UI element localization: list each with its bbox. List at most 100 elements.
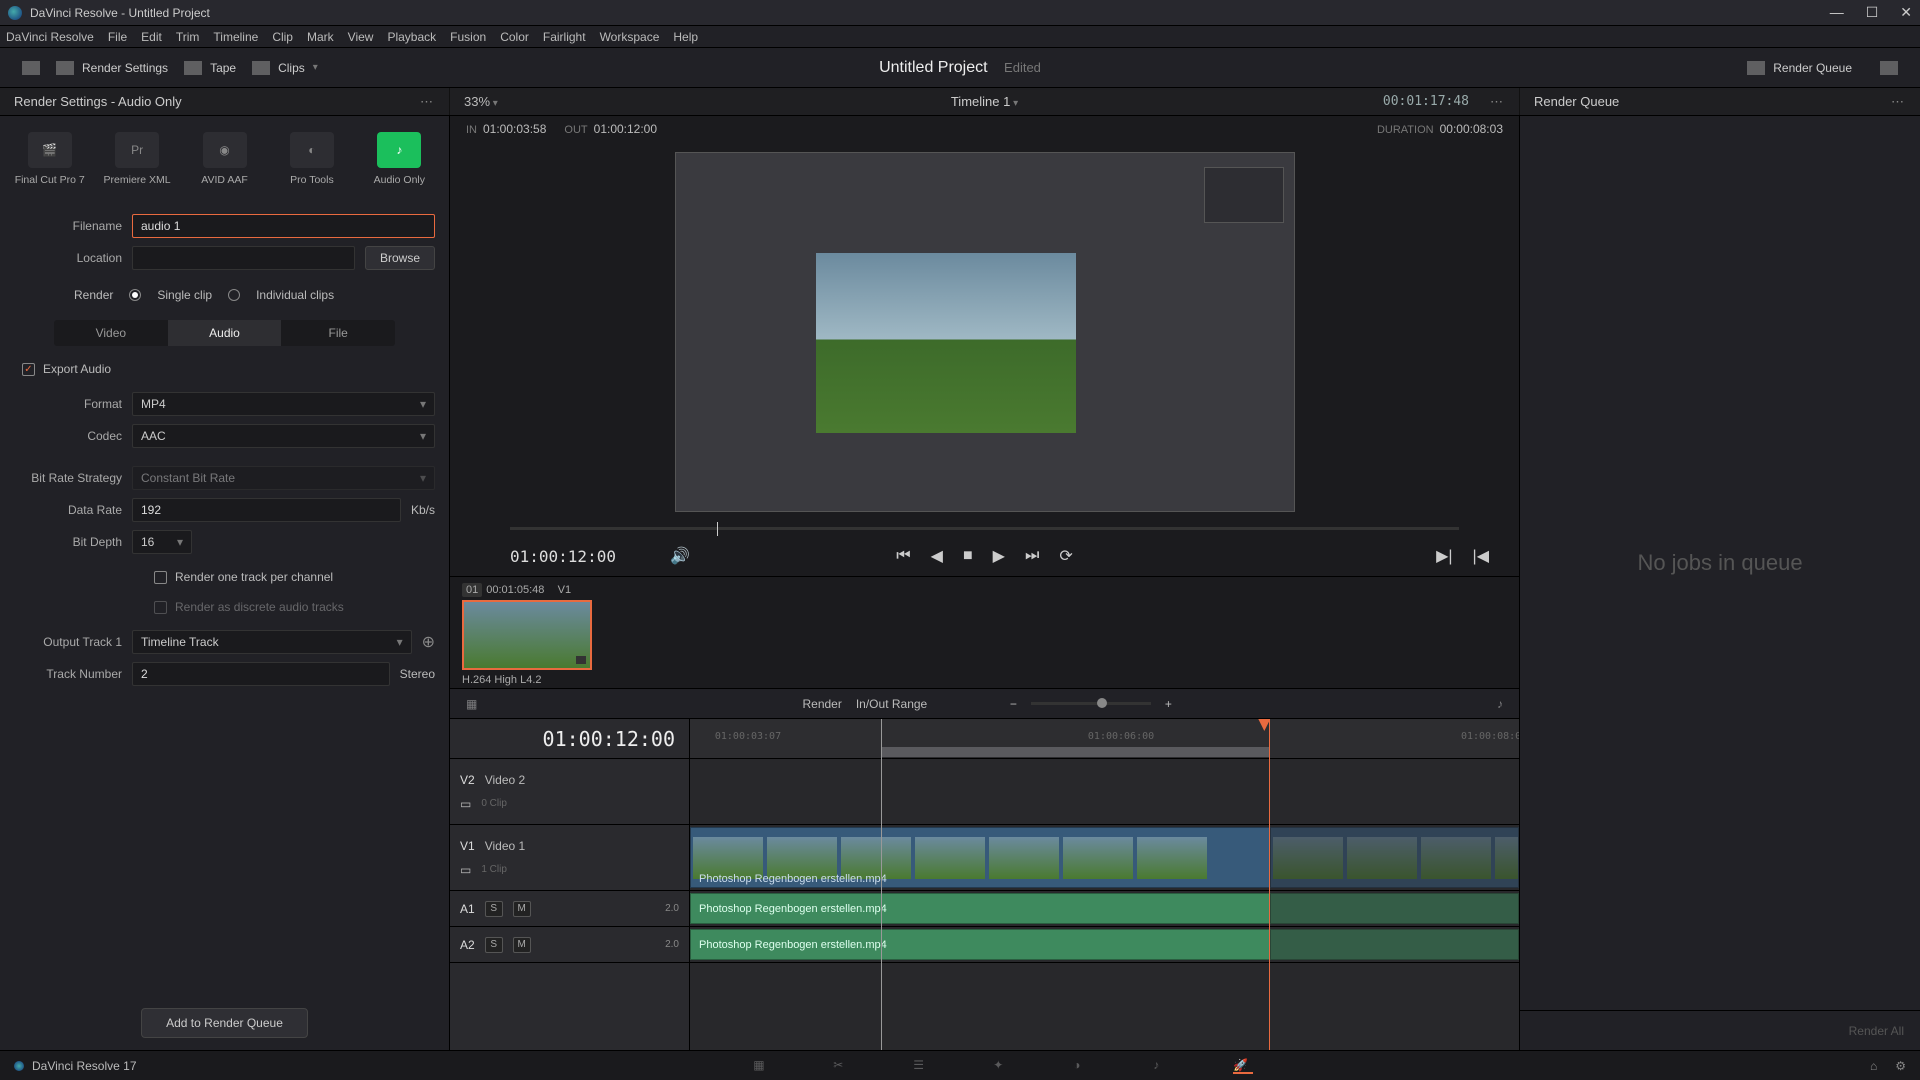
menu-clip[interactable]: Clip [272, 30, 293, 44]
track-number-input[interactable] [132, 662, 390, 686]
preset-avid-aaf[interactable]: ◉AVID AAF [183, 126, 266, 192]
codec-select[interactable]: AAC [132, 424, 435, 448]
stop-button[interactable]: ■ [963, 547, 973, 565]
audio-mute-icon[interactable]: 🔊 [670, 546, 690, 566]
scrub-playhead[interactable] [717, 522, 718, 536]
preset-final-cut-pro-7[interactable]: 🎬Final Cut Pro 7 [8, 126, 91, 192]
render-queue-toggle[interactable]: Render Queue [1739, 57, 1860, 79]
audio-clip-a2[interactable]: Photoshop Regenbogen erstellen.mp4 [690, 929, 1270, 960]
menu-file[interactable]: File [108, 30, 127, 44]
browse-button[interactable]: Browse [365, 246, 435, 270]
fairlight-icon[interactable]: ♪ [1497, 697, 1503, 711]
menu-playback[interactable]: Playback [387, 30, 436, 44]
individual-clips-radio[interactable] [228, 289, 240, 301]
preset-pro-tools[interactable]: ◐Pro Tools [270, 126, 353, 192]
clip-thumbnail[interactable] [462, 600, 592, 670]
timeline-view-options-icon[interactable]: ▦ [466, 697, 477, 711]
track-row-a1[interactable]: Photoshop Regenbogen erstellen.mp4 [690, 891, 1519, 927]
menu-edit[interactable]: Edit [141, 30, 162, 44]
clips-dropdown[interactable]: Clips [244, 57, 326, 79]
loop-button[interactable]: ⟳ [1059, 546, 1072, 566]
render-range-indicator[interactable] [881, 747, 1271, 757]
scrub-bar[interactable] [450, 522, 1519, 536]
one-track-per-channel-checkbox[interactable] [154, 571, 167, 584]
render-range-select[interactable]: In/Out Range [856, 697, 996, 711]
play-button[interactable]: ▶ [993, 546, 1005, 566]
export-audio-checkbox[interactable] [22, 363, 35, 376]
preset-audio-only[interactable]: ♪Audio Only [358, 126, 441, 192]
last-frame-button[interactable]: ⏭ [1025, 547, 1039, 565]
v2-toggle-icon[interactable]: ▭ [460, 797, 471, 811]
tab-video[interactable]: Video [54, 320, 168, 346]
track-header-a2[interactable]: A2 S M 2.0 [450, 927, 689, 963]
single-clip-radio[interactable] [129, 289, 141, 301]
page-fusion[interactable]: ✦ [993, 1058, 1013, 1074]
menu-mark[interactable]: Mark [307, 30, 334, 44]
timeline-name[interactable]: Timeline 1 [951, 94, 1018, 109]
in-timecode[interactable]: 01:00:03:58 [483, 122, 546, 136]
transport-timecode[interactable]: 01:00:12:00 [510, 547, 616, 566]
location-input[interactable] [132, 246, 355, 270]
minimize-button[interactable]: — [1830, 4, 1844, 21]
a2-solo-button[interactable]: S [485, 937, 503, 953]
page-fairlight[interactable]: ♪ [1153, 1058, 1173, 1074]
add-to-render-queue-button[interactable]: Add to Render Queue [141, 1008, 308, 1038]
timeline-head-timecode[interactable]: 01:00:12:00 [450, 719, 689, 759]
menu-color[interactable]: Color [500, 30, 529, 44]
a1-mute-button[interactable]: M [513, 901, 531, 917]
render-settings-menu-icon[interactable]: ⋯ [420, 94, 435, 110]
tape-toggle[interactable]: Tape [176, 57, 244, 79]
page-color[interactable]: ◑ [1073, 1058, 1093, 1074]
output-track-select[interactable]: Timeline Track [132, 630, 412, 654]
bit-depth-select[interactable]: 16 [132, 530, 192, 554]
format-select[interactable]: MP4 [132, 392, 435, 416]
preset-premiere-xml[interactable]: PrPremiere XML [95, 126, 178, 192]
viewer-zoom[interactable]: 33% [464, 94, 498, 109]
data-rate-input[interactable] [132, 498, 401, 522]
menu-trim[interactable]: Trim [176, 30, 200, 44]
tab-file[interactable]: File [281, 320, 395, 346]
track-row-v2[interactable] [690, 759, 1519, 825]
audio-clip-a1-out[interactable] [1270, 893, 1519, 924]
page-deliver[interactable]: 🚀 [1233, 1058, 1253, 1074]
page-edit[interactable]: ☰ [913, 1058, 933, 1074]
render-settings-toggle[interactable]: Render Settings [48, 57, 176, 79]
next-clip-button[interactable]: ▶| [1436, 546, 1452, 566]
track-header-v2[interactable]: V2Video 2 ▭0 Clip [450, 759, 689, 825]
audio-clip-a2-out[interactable] [1270, 929, 1519, 960]
add-output-track-button[interactable]: ⊕ [422, 632, 435, 652]
track-header-a1[interactable]: A1 S M 2.0 [450, 891, 689, 927]
menu-help[interactable]: Help [673, 30, 698, 44]
tab-audio[interactable]: Audio [168, 320, 282, 346]
track-header-v1[interactable]: V1Video 1 ▭1 Clip [450, 825, 689, 891]
workspace-layout-button[interactable] [1872, 57, 1906, 79]
menu-view[interactable]: View [348, 30, 374, 44]
menu-timeline[interactable]: Timeline [213, 30, 258, 44]
zoom-in-button[interactable]: + [1165, 697, 1172, 711]
menu-workspace[interactable]: Workspace [600, 30, 660, 44]
viewer-menu-icon[interactable]: ⋯ [1490, 94, 1505, 110]
a2-mute-button[interactable]: M [513, 937, 531, 953]
reverse-button[interactable]: ◀ [931, 546, 943, 566]
out-timecode[interactable]: 01:00:12:00 [594, 122, 657, 136]
video-clip-v1-out[interactable] [1270, 827, 1519, 888]
a1-solo-button[interactable]: S [485, 901, 503, 917]
zoom-slider[interactable] [1031, 702, 1151, 705]
menu-fusion[interactable]: Fusion [450, 30, 486, 44]
close-button[interactable]: ✕ [1900, 4, 1912, 21]
page-cut[interactable]: ✂ [833, 1058, 853, 1074]
filename-input[interactable] [132, 214, 435, 238]
monitor-toggle[interactable] [14, 57, 48, 79]
menu-davinci-resolve[interactable]: DaVinci Resolve [6, 30, 94, 44]
timeline-body[interactable]: 01:00:03:07 01:00:06:00 01:00:08:07 Phot… [690, 719, 1519, 1050]
track-row-a2[interactable]: Photoshop Regenbogen erstellen.mp4 [690, 927, 1519, 963]
prev-clip-button[interactable]: |◀ [1473, 546, 1489, 566]
settings-icon[interactable]: ⚙ [1895, 1059, 1906, 1073]
page-media[interactable]: ▦ [753, 1058, 773, 1074]
first-frame-button[interactable]: ⏮ [896, 547, 910, 565]
maximize-button[interactable]: ☐ [1866, 4, 1879, 21]
render-queue-menu-icon[interactable]: ⋯ [1891, 94, 1906, 110]
v1-toggle-icon[interactable]: ▭ [460, 863, 471, 877]
playhead-line[interactable] [1269, 719, 1270, 1050]
viewer-area[interactable] [450, 142, 1519, 522]
